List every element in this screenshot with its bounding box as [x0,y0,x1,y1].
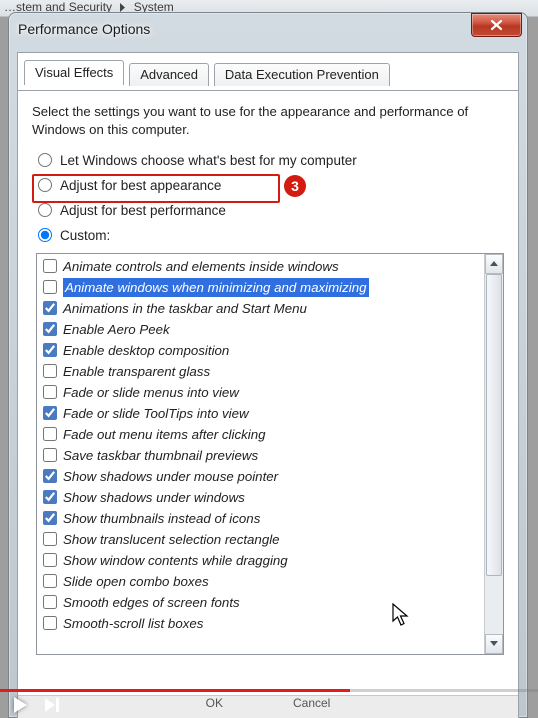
window-title: Performance Options [18,21,150,37]
radio-input[interactable] [38,228,52,242]
list-item-checkbox[interactable] [43,490,57,504]
list-item-checkbox[interactable] [43,322,57,336]
list-item-checkbox[interactable] [43,280,57,294]
list-item-label: Show translucent selection rectangle [63,530,280,549]
radio-custom[interactable]: Custom: [38,228,504,243]
list-item-label: Smooth edges of screen fonts [63,593,240,612]
list-item-label: Animate controls and elements inside win… [63,257,339,276]
list-item-checkbox[interactable] [43,469,57,483]
list-item-checkbox[interactable] [43,301,57,315]
list-item-checkbox[interactable] [43,259,57,273]
list-item-checkbox[interactable] [43,385,57,399]
scrollbar[interactable] [484,254,503,654]
list-item-label: Enable Aero Peek [63,320,170,339]
list-item[interactable]: Enable transparent glass [37,361,484,382]
tab-body: Select the settings you want to use for … [18,91,518,663]
tab-strip: Visual Effects Advanced Data Execution P… [18,53,518,91]
list-item-label: Show thumbnails instead of icons [63,509,260,528]
list-item-label: Fade out menu items after clicking [63,425,266,444]
list-item[interactable]: Show shadows under windows [37,487,484,508]
list-item-checkbox[interactable] [43,406,57,420]
list-item[interactable]: Show thumbnails instead of icons [37,508,484,529]
list-item-checkbox[interactable] [43,595,57,609]
visual-effects-list: Animate controls and elements inside win… [36,253,504,655]
list-item[interactable]: Animations in the taskbar and Start Menu [37,298,484,319]
list-item-checkbox[interactable] [43,553,57,567]
list-item[interactable]: Save taskbar thumbnail previews [37,445,484,466]
callout-number: 3 [291,178,299,194]
scroll-thumb[interactable] [486,274,502,576]
scroll-up-button[interactable] [485,254,503,274]
tab-label: Visual Effects [35,65,113,80]
list-item-label: Show window contents while dragging [63,551,288,570]
list-item-label: Slide open combo boxes [63,572,209,591]
next-icon[interactable] [45,698,59,712]
list-item-label: Fade or slide ToolTips into view [63,404,249,423]
list-item-checkbox[interactable] [43,511,57,525]
list-item[interactable]: Slide open combo boxes [37,571,484,592]
radio-input[interactable] [38,153,52,167]
tab-label: Data Execution Prevention [225,67,379,82]
list-item[interactable]: Smooth-scroll list boxes [37,613,484,634]
list-item-label: Enable transparent glass [63,362,210,381]
list-item[interactable]: Fade or slide menus into view [37,382,484,403]
radio-label: Custom: [60,228,110,243]
radio-best-appearance[interactable]: Adjust for best appearance 3 [38,178,504,193]
performance-options-window: Performance Options Visual Effects Advan… [8,12,528,718]
list-item-checkbox[interactable] [43,427,57,441]
radio-input[interactable] [38,203,52,217]
radio-label: Let Windows choose what's best for my co… [60,153,357,168]
instruction-text: Select the settings you want to use for … [32,103,504,139]
tab-visual-effects[interactable]: Visual Effects [24,60,124,85]
radio-label: Adjust for best appearance [60,178,221,193]
list-item[interactable]: Animate controls and elements inside win… [37,256,484,277]
list-item[interactable]: Show window contents while dragging [37,550,484,571]
list-item[interactable]: Smooth edges of screen fonts [37,592,484,613]
close-icon [490,19,503,31]
list-item-label: Fade or slide menus into view [63,383,239,402]
list-item[interactable]: Enable Aero Peek [37,319,484,340]
chevron-up-icon [490,261,498,266]
list-item[interactable]: Show shadows under mouse pointer [37,466,484,487]
list-item-checkbox[interactable] [43,364,57,378]
play-icon[interactable] [14,697,27,713]
list-item-checkbox[interactable] [43,343,57,357]
list-item-label: Animations in the taskbar and Start Menu [63,299,307,318]
close-button[interactable] [471,13,522,37]
chevron-down-icon [490,641,498,646]
list-item-checkbox[interactable] [43,532,57,546]
tab-label: Advanced [140,67,198,82]
list-item[interactable]: Fade or slide ToolTips into view [37,403,484,424]
tab-advanced[interactable]: Advanced [129,63,209,86]
list-item[interactable]: Show translucent selection rectangle [37,529,484,550]
list-item-checkbox[interactable] [43,574,57,588]
radio-label: Adjust for best performance [60,203,226,218]
radio-let-windows[interactable]: Let Windows choose what's best for my co… [38,153,504,168]
list-item-label: Enable desktop composition [63,341,229,360]
radio-best-performance[interactable]: Adjust for best performance [38,203,504,218]
list-item-checkbox[interactable] [43,448,57,462]
scroll-down-button[interactable] [485,634,503,654]
list-item-label: Save taskbar thumbnail previews [63,446,258,465]
tab-dep[interactable]: Data Execution Prevention [214,63,390,86]
list-item[interactable]: Fade out menu items after clicking [37,424,484,445]
list-item-label: Show shadows under mouse pointer [63,467,278,486]
client-area: Visual Effects Advanced Data Execution P… [17,52,519,718]
list-body[interactable]: Animate controls and elements inside win… [37,254,484,654]
callout-badge: 3 [284,175,306,197]
radio-input[interactable] [38,178,52,192]
video-controls [0,692,538,718]
list-item-label: Animate windows when minimizing and maxi… [63,278,369,297]
list-item[interactable]: Enable desktop composition [37,340,484,361]
list-item[interactable]: Animate windows when minimizing and maxi… [37,277,484,298]
list-item-label: Smooth-scroll list boxes [63,614,203,633]
list-item-checkbox[interactable] [43,616,57,630]
list-item-label: Show shadows under windows [63,488,245,507]
title-bar[interactable]: Performance Options [8,12,528,46]
